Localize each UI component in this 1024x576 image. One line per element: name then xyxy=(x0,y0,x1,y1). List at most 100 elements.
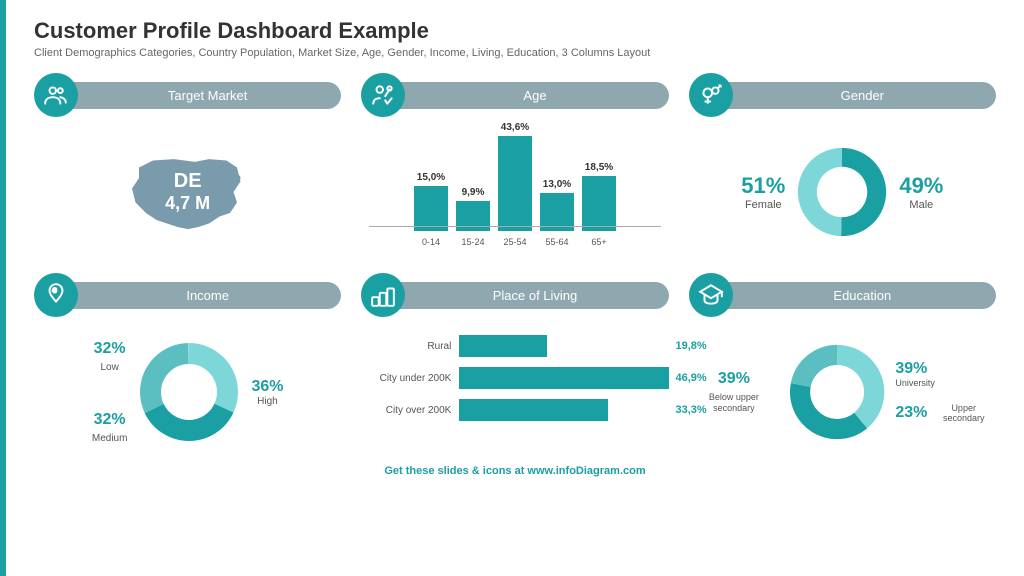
income-area: 32% Low 32% Medium 36% High xyxy=(34,327,341,457)
income-icon: € xyxy=(34,273,78,317)
living-row-label-2: City over 200K xyxy=(361,405,451,416)
age-label-2: 25-54 xyxy=(503,237,526,247)
map-country: DE xyxy=(165,170,210,193)
income-left-stats: 32% Low 32% Medium xyxy=(92,340,128,444)
age-bar-4: 18,5% 65+ xyxy=(582,162,616,247)
footer-text: Get these slides & icons at www. xyxy=(384,465,555,477)
age-bar-0: 15,0% 0-14 xyxy=(414,172,448,247)
age-bar-rect-2 xyxy=(498,136,532,231)
living-bar-rect-0 xyxy=(459,335,547,357)
age-header: Age xyxy=(361,73,668,117)
education-donut xyxy=(789,342,885,442)
edu-university-pct: 39% xyxy=(895,360,935,378)
page-title: Customer Profile Dashboard Example xyxy=(34,18,996,44)
income-header: € Income xyxy=(34,273,341,317)
accent-bar xyxy=(0,0,6,576)
male-pct: 49% xyxy=(899,173,943,199)
male-stat: 49% Male xyxy=(899,173,943,211)
female-pct: 51% xyxy=(741,173,785,199)
edu-right-stats: 39% University 23% Upper secondary xyxy=(895,360,996,424)
gender-label: Gender xyxy=(723,82,996,109)
map-area: DE 4,7 M xyxy=(34,127,341,257)
living-icon xyxy=(361,273,405,317)
living-row-label-1: City under 200K xyxy=(361,373,451,384)
living-label: Place of Living xyxy=(395,282,668,309)
page-subtitle: Client Demographics Categories, Country … xyxy=(34,47,996,59)
age-pct-3: 13,0% xyxy=(543,179,571,190)
age-pct-1: 9,9% xyxy=(462,187,485,198)
medium-label: Medium xyxy=(92,433,128,444)
female-label: Female xyxy=(741,199,785,211)
edu-below-label: Below upper secondary xyxy=(689,392,780,414)
age-icon xyxy=(361,73,405,117)
edu-below-stat: 39% Below upper secondary xyxy=(689,370,780,414)
edu-university-stat: 39% University xyxy=(895,360,935,389)
education-header: Education xyxy=(689,273,996,317)
age-label-0: 0-14 xyxy=(422,237,440,247)
age-bar-rect-4 xyxy=(582,176,616,231)
education-label: Education xyxy=(723,282,996,309)
gender-area: 51% Female 49% Male xyxy=(689,127,996,257)
age-bar-1: 9,9% 15-24 xyxy=(456,187,490,247)
target-market-label: Target Market xyxy=(68,82,341,109)
edu-upper-label: Upper secondary xyxy=(931,403,996,425)
target-market-card: Target Market DE 4,7 M xyxy=(34,73,341,257)
footer: Get these slides & icons at www.infoDiag… xyxy=(34,465,996,477)
edu-university-label: University xyxy=(895,378,935,389)
edu-below-pct: 39% xyxy=(718,370,750,388)
age-card: Age 15,0% 0-14 9,9% 15-24 43,6% 25-54 xyxy=(361,73,668,257)
age-label-4: 65+ xyxy=(591,237,606,247)
living-bar-wrap-0: 19,8% xyxy=(459,335,668,357)
medium-pct: 32% xyxy=(94,411,126,429)
footer-suffix: .com xyxy=(620,465,646,477)
living-chart: Rural 19,8% City under 200K 46,9% City o… xyxy=(361,327,668,429)
svg-text:€: € xyxy=(53,287,57,294)
living-row-1: City under 200K 46,9% xyxy=(361,367,668,389)
income-card: € Income 32% Low 32% Medium xyxy=(34,273,341,457)
gender-header: Gender xyxy=(689,73,996,117)
age-pct-4: 18,5% xyxy=(585,162,613,173)
gender-icon xyxy=(689,73,733,117)
age-label: Age xyxy=(395,82,668,109)
income-donut xyxy=(139,342,239,442)
high-pct: 36% xyxy=(251,378,283,396)
female-stat: 51% Female xyxy=(741,173,785,211)
age-bar-3: 13,0% 55-64 xyxy=(540,179,574,247)
dashboard-grid: Target Market DE 4,7 M Age xyxy=(34,73,996,457)
age-bar-rect-0 xyxy=(414,186,448,231)
edu-upper-pct: 23% xyxy=(895,404,927,422)
living-header: Place of Living xyxy=(361,273,668,317)
age-axis xyxy=(369,226,660,227)
income-right-stats: 36% High xyxy=(251,378,283,407)
living-card: Place of Living Rural 19,8% City under 2… xyxy=(361,273,668,457)
age-pct-0: 15,0% xyxy=(417,172,445,183)
age-pct-2: 43,6% xyxy=(501,122,529,133)
low-label: Low xyxy=(100,362,118,373)
footer-brand: infoDiagram xyxy=(556,465,620,477)
education-area: 39% Below upper secondary 39% University xyxy=(689,327,996,457)
living-row-2: City over 200K 33,3% xyxy=(361,399,668,421)
income-label: Income xyxy=(68,282,341,309)
age-label-1: 15-24 xyxy=(461,237,484,247)
gender-card: Gender 51% Female 49% Male xyxy=(689,73,996,257)
education-card: Education 39% Below upper secondary 39% xyxy=(689,273,996,457)
age-bar-2: 43,6% 25-54 xyxy=(498,122,532,247)
age-label-3: 55-64 xyxy=(545,237,568,247)
education-icon xyxy=(689,273,733,317)
living-bar-wrap-1: 46,9% xyxy=(459,367,668,389)
low-pct: 32% xyxy=(94,340,126,358)
living-row-0: Rural 19,8% xyxy=(361,335,668,357)
living-bar-rect-1 xyxy=(459,367,668,389)
high-label: High xyxy=(257,396,278,407)
living-row-label-0: Rural xyxy=(361,341,451,352)
target-market-icon xyxy=(34,73,78,117)
map-label: DE 4,7 M xyxy=(165,170,210,214)
gender-donut xyxy=(797,147,887,237)
edu-upper-stat: 23% Upper secondary xyxy=(895,403,996,425)
target-market-header: Target Market xyxy=(34,73,341,117)
living-bar-rect-2 xyxy=(459,399,608,421)
age-chart: 15,0% 0-14 9,9% 15-24 43,6% 25-54 13,0% xyxy=(361,127,668,247)
male-label: Male xyxy=(899,199,943,211)
living-bar-wrap-2: 33,3% xyxy=(459,399,668,421)
map-population: 4,7 M xyxy=(165,193,210,214)
